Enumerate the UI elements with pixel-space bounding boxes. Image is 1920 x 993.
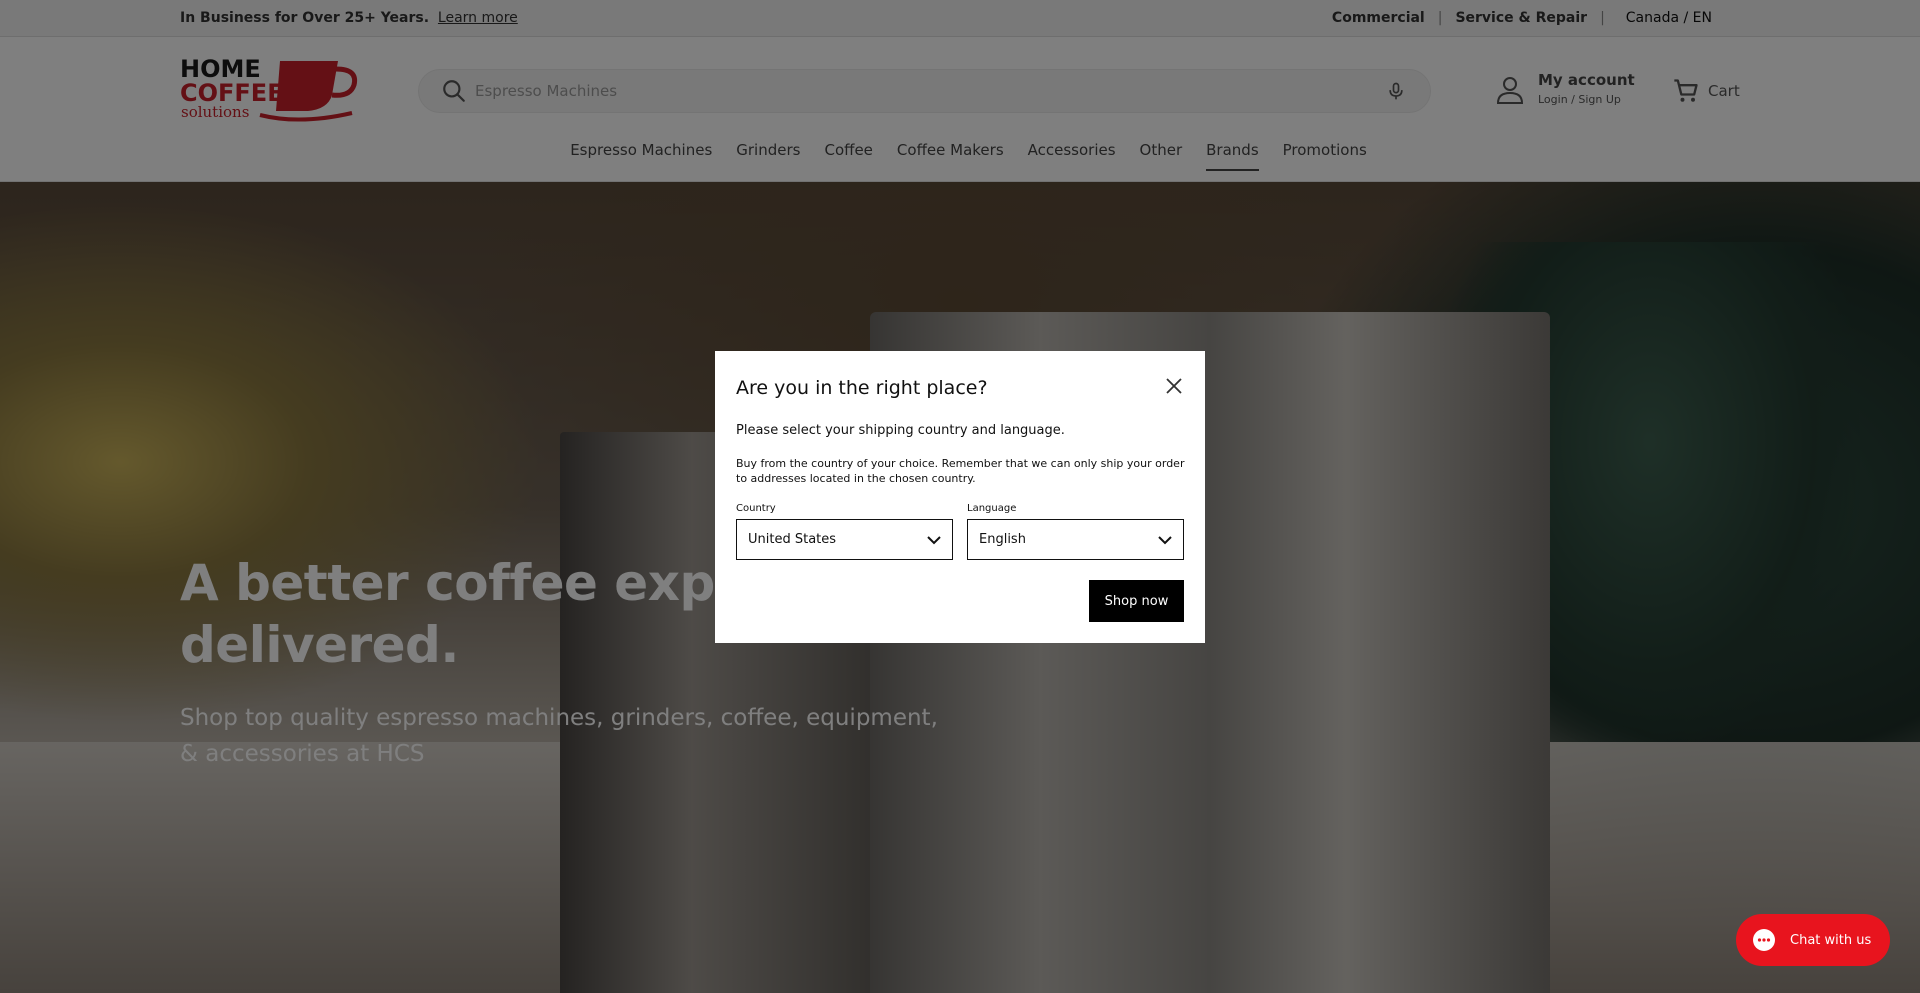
language-select[interactable]: English — [967, 519, 1184, 560]
country-label: Country — [736, 503, 776, 514]
modal-description: Buy from the country of your choice. Rem… — [736, 457, 1185, 485]
modal-instruction: Please select your shipping country and … — [736, 423, 1065, 438]
close-icon[interactable] — [1163, 375, 1185, 397]
country-value: United States — [748, 532, 837, 547]
language-value: English — [979, 532, 1026, 547]
chat-widget-button[interactable]: Chat with us — [1736, 914, 1890, 966]
country-selector-modal: Are you in the right place? Please selec… — [715, 351, 1205, 643]
language-label: Language — [967, 503, 1017, 514]
chat-bubble-icon — [1753, 929, 1775, 951]
modal-title: Are you in the right place? — [736, 377, 988, 399]
country-select[interactable]: United States — [736, 519, 953, 560]
chevron-down-icon — [1158, 535, 1172, 544]
chat-label: Chat with us — [1790, 932, 1872, 948]
chevron-down-icon — [927, 535, 941, 544]
shop-now-button[interactable]: Shop now — [1089, 580, 1184, 622]
